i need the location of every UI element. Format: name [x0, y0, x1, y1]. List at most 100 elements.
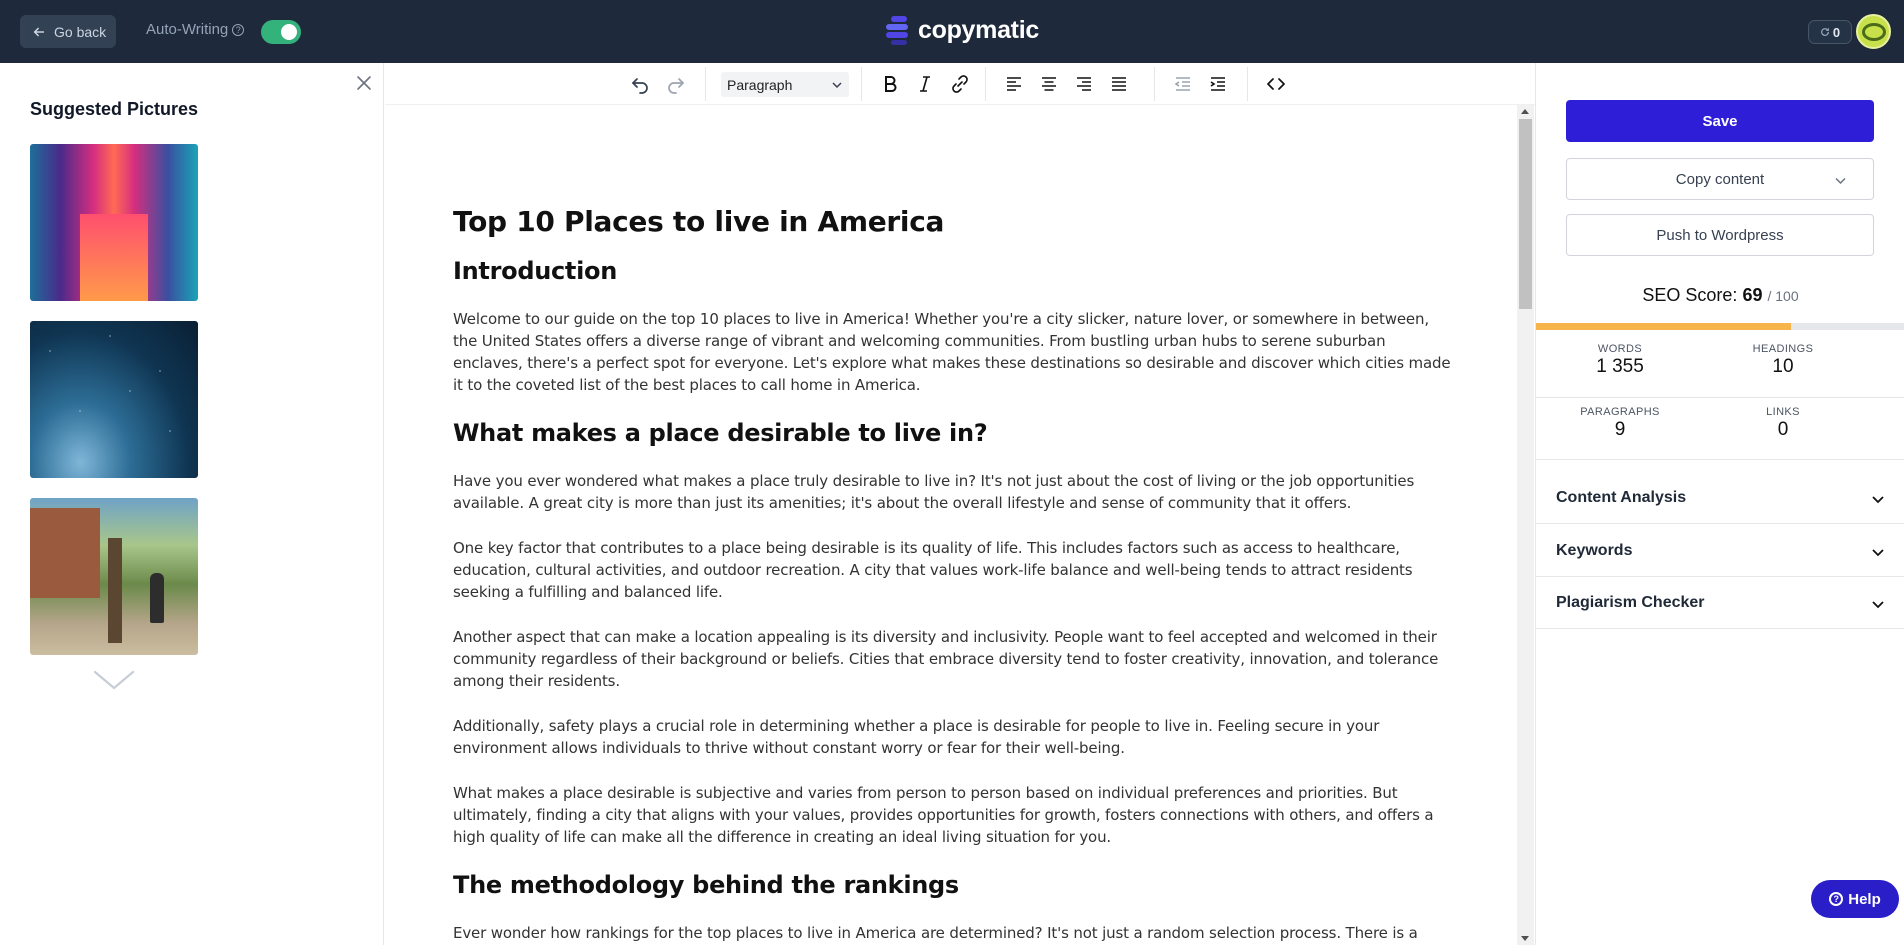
- document-editor[interactable]: Top 10 Places to live in America Introdu…: [385, 105, 1517, 945]
- chevron-down-icon: [1872, 496, 1884, 504]
- arrow-left-icon: [33, 27, 45, 36]
- redo-button[interactable]: [663, 71, 689, 97]
- align-center-button[interactable]: [1036, 71, 1062, 97]
- align-right-icon: [1077, 77, 1091, 91]
- link-button[interactable]: [947, 71, 973, 97]
- editor-toolbar: Paragraph: [385, 63, 1535, 105]
- save-button[interactable]: Save: [1566, 100, 1874, 142]
- stat-paragraphs-value: 9: [1614, 419, 1626, 440]
- accordion-plagiarism-checker[interactable]: Plagiarism Checker: [1536, 577, 1904, 629]
- chevron-down-icon: [1872, 601, 1884, 609]
- outdent-icon: [1174, 77, 1190, 91]
- heading-methodology[interactable]: The methodology behind the rankings: [453, 871, 1453, 899]
- source-code-button[interactable]: [1263, 71, 1289, 97]
- paragraph-desirable-4[interactable]: Additionally, safety plays a crucial rol…: [453, 715, 1453, 759]
- paragraph-desirable-2[interactable]: One key factor that contributes to a pla…: [453, 537, 1453, 603]
- scroll-up-arrow-icon[interactable]: [1521, 109, 1529, 114]
- code-icon: [1267, 78, 1285, 90]
- keywords-label: Keywords: [1556, 541, 1633, 559]
- editor-scrollbar[interactable]: [1517, 105, 1534, 945]
- seo-score-value: 69: [1742, 285, 1763, 305]
- go-back-button[interactable]: Go back: [20, 15, 116, 48]
- copymatic-logo-icon: [886, 16, 908, 45]
- redo-icon: [668, 78, 684, 94]
- document-title[interactable]: Top 10 Places to live in America: [453, 205, 1453, 238]
- paragraph-introduction[interactable]: Welcome to our guide on the top 10 place…: [453, 308, 1453, 396]
- credits-badge[interactable]: 0: [1808, 20, 1852, 44]
- suggested-picture-street-tree[interactable]: [30, 498, 198, 655]
- stat-links-label: LINKS: [1766, 406, 1800, 418]
- suggested-picture-starry-sky[interactable]: [30, 321, 198, 478]
- push-to-wordpress-button[interactable]: Push to Wordpress: [1566, 214, 1874, 256]
- chevron-down-icon: [832, 82, 842, 89]
- paragraph-methodology[interactable]: Ever wonder how rankings for the top pla…: [453, 922, 1453, 945]
- paragraph-desirable-3[interactable]: Another aspect that can make a location …: [453, 626, 1453, 692]
- stat-headings: HEADINGS 10: [1703, 343, 1863, 378]
- stat-headings-value: 10: [1772, 356, 1794, 377]
- justify-button[interactable]: [1106, 71, 1132, 97]
- suggested-pictures-title: Suggested Pictures: [30, 99, 199, 119]
- heading-introduction[interactable]: Introduction: [453, 257, 1453, 285]
- align-right-button[interactable]: [1071, 71, 1097, 97]
- copy-content-label: Copy content: [1675, 170, 1765, 188]
- accordion-content-analysis[interactable]: Content Analysis: [1536, 472, 1904, 524]
- help-label: Help: [1848, 890, 1881, 908]
- italic-icon: [920, 76, 930, 92]
- help-button[interactable]: ? Help: [1811, 880, 1899, 918]
- outdent-button[interactable]: [1170, 71, 1196, 97]
- user-avatar[interactable]: [1856, 14, 1891, 49]
- block-format-select[interactable]: Paragraph: [721, 72, 849, 97]
- copy-content-button[interactable]: Copy content: [1566, 158, 1874, 200]
- top-bar: Go back Auto-Writing ? copymatic 0: [0, 0, 1904, 63]
- stat-words: WORDS 1 355: [1540, 343, 1700, 378]
- paragraph-desirable-5[interactable]: What makes a place desirable is subjecti…: [453, 782, 1453, 848]
- heading-desirable[interactable]: What makes a place desirable to live in?: [453, 419, 1453, 447]
- bold-icon: [885, 76, 897, 92]
- align-center-icon: [1042, 77, 1056, 91]
- seo-score: SEO Score: 69 / 100: [1536, 285, 1904, 306]
- question-icon[interactable]: ?: [232, 23, 245, 36]
- chevron-down-icon[interactable]: [92, 669, 136, 691]
- refresh-icon: [1820, 28, 1829, 36]
- seo-score-max: / 100: [1767, 288, 1799, 304]
- chevron-down-icon: [1835, 177, 1846, 185]
- scroll-down-arrow-icon[interactable]: [1521, 936, 1529, 941]
- seo-score-bar-fill: [1536, 323, 1791, 330]
- seo-panel: Save Copy content Push to Wordpress SEO …: [1535, 63, 1904, 945]
- auto-writing-text: Auto-Writing: [146, 21, 229, 38]
- content-analysis-label: Content Analysis: [1556, 488, 1687, 506]
- stat-words-label: WORDS: [1597, 343, 1643, 355]
- help-icon: ?: [1829, 892, 1844, 906]
- undo-icon: [632, 78, 648, 94]
- stat-links: LINKS 0: [1703, 406, 1863, 441]
- undo-button[interactable]: [627, 71, 653, 97]
- stat-headings-label: HEADINGS: [1752, 343, 1814, 355]
- auto-writing-label: Auto-Writing ?: [146, 21, 245, 38]
- go-back-label: Go back: [54, 23, 107, 40]
- suggested-picture-neon-corridor[interactable]: [30, 144, 198, 301]
- block-format-value: Paragraph: [727, 76, 793, 93]
- accordion-keywords[interactable]: Keywords: [1536, 525, 1904, 577]
- scrollbar-thumb[interactable]: [1519, 119, 1532, 309]
- chevron-down-icon: [1872, 549, 1884, 557]
- bold-button[interactable]: [877, 71, 903, 97]
- link-icon: [952, 75, 968, 93]
- align-justify-icon: [1112, 77, 1126, 91]
- paragraph-desirable-1[interactable]: Have you ever wondered what makes a plac…: [453, 470, 1453, 514]
- auto-writing-toggle[interactable]: [261, 20, 301, 44]
- align-left-button[interactable]: [1001, 71, 1027, 97]
- suggested-pictures-panel: Suggested Pictures: [0, 63, 384, 945]
- credits-count: 0: [1832, 24, 1841, 40]
- indent-icon: [1210, 77, 1225, 91]
- stat-paragraphs-label: PARAGRAPHS: [1580, 406, 1660, 418]
- indent-button[interactable]: [1205, 71, 1231, 97]
- stat-links-value: 0: [1777, 419, 1789, 440]
- brand-logo: copymatic: [884, 14, 1039, 46]
- plagiarism-checker-label: Plagiarism Checker: [1556, 593, 1705, 611]
- document-body[interactable]: Top 10 Places to live in America Introdu…: [453, 205, 1453, 945]
- close-icon[interactable]: [354, 73, 374, 93]
- italic-button[interactable]: [912, 71, 938, 97]
- brand-name: copymatic: [918, 15, 1039, 44]
- stat-words-value: 1 355: [1596, 356, 1644, 377]
- align-left-icon: [1007, 77, 1021, 91]
